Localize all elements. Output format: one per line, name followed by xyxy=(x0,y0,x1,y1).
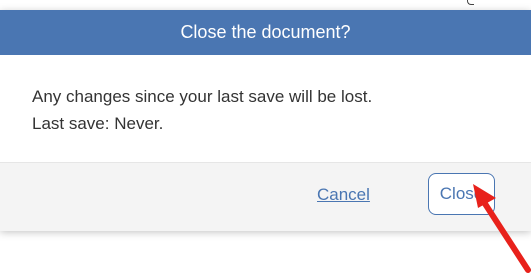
dialog-header: Close the document? xyxy=(0,10,531,55)
screenshot-stage: Close the document? Any changes since yo… xyxy=(0,0,531,273)
close-document-dialog: Close the document? Any changes since yo… xyxy=(0,10,531,231)
cancel-button[interactable]: Cancel xyxy=(317,185,370,205)
dialog-footer: Cancel Close xyxy=(0,162,531,231)
background-edge xyxy=(0,0,531,10)
dialog-title: Close the document? xyxy=(180,22,351,42)
last-save-text: Last save: Never. xyxy=(32,114,164,133)
dialog-body: Any changes since your last save will be… xyxy=(0,55,531,162)
cropped-shape xyxy=(467,0,474,5)
red-arrow-icon xyxy=(473,184,531,273)
dialog-message: Any changes since your last save will be… xyxy=(32,87,373,106)
